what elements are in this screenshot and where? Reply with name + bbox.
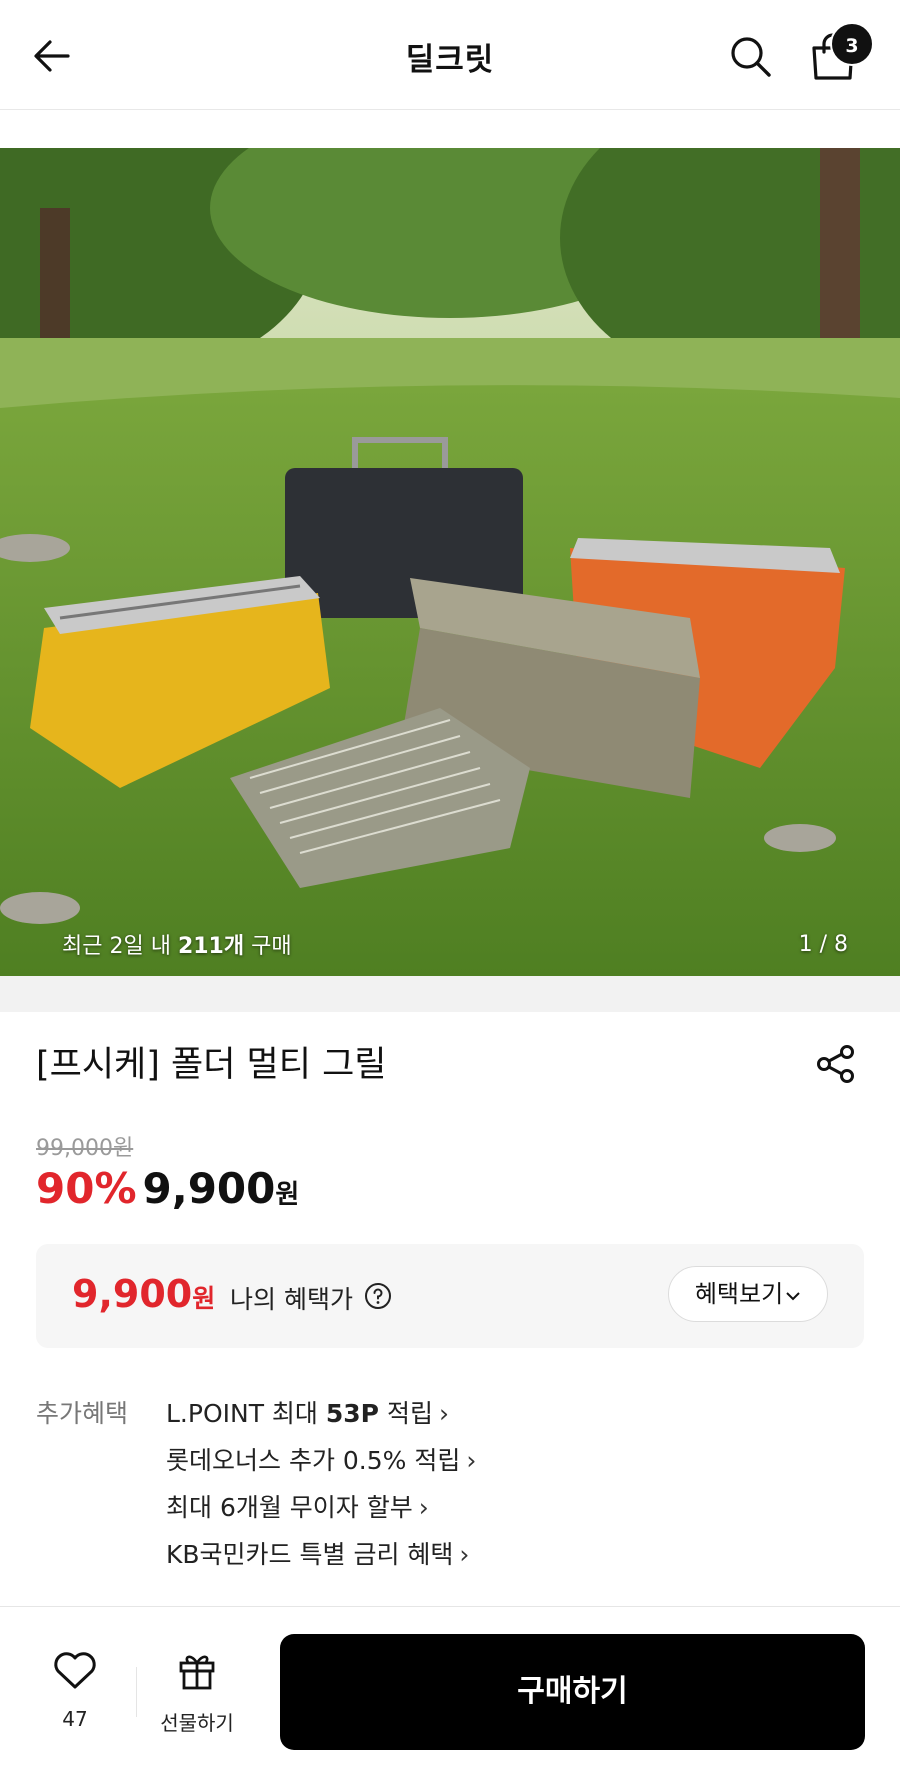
- bottom-separator: [136, 1667, 137, 1717]
- image-page-indicator: 1 / 8: [798, 932, 848, 957]
- benefit-price-label: 나의 혜택가: [230, 1285, 353, 1314]
- like-count: 47: [62, 1707, 88, 1731]
- search-icon: [731, 37, 771, 77]
- chevron-right-icon: ›: [418, 1493, 429, 1522]
- like-button[interactable]: 47: [40, 1649, 110, 1749]
- benefit-price: 9,900원: [72, 1272, 216, 1316]
- chevron-right-icon: ›: [438, 1399, 449, 1428]
- product-title: [프시케] 폴더 멀티 그릴: [36, 1045, 387, 1085]
- sale-price: 9,900: [142, 1164, 276, 1213]
- chevron-down-icon: [785, 1267, 801, 1321]
- share-icon: [817, 1045, 854, 1083]
- benefit-link-lotte-honors[interactable]: 롯데오너스 추가 0.5% 적립 ›: [166, 1441, 476, 1488]
- my-benefit-box: 9,900원 나의 혜택가 혜택보기: [36, 1244, 864, 1348]
- benefit-link-installment[interactable]: 최대 6개월 무이자 할부 ›: [166, 1488, 476, 1535]
- chevron-right-icon: ›: [466, 1446, 477, 1475]
- additional-benefits-list: L.POINT 최대 53P 적립 › 롯데오너스 추가 0.5% 적립 › 최대 …: [166, 1394, 476, 1582]
- buy-button[interactable]: 구매하기: [280, 1634, 865, 1750]
- gift-button[interactable]: 선물하기: [150, 1649, 244, 1749]
- share-button[interactable]: [812, 1040, 860, 1088]
- top-header: 딜크릿 3: [0, 0, 900, 110]
- gift-icon: [179, 1655, 215, 1690]
- benefit-link-kb-card[interactable]: KB국민카드 특별 금리 혜택 ›: [166, 1535, 476, 1582]
- heart-icon: [54, 1652, 96, 1689]
- gift-label: 선물하기: [160, 1711, 234, 1735]
- additional-benefits-label: 추가혜택: [36, 1399, 129, 1428]
- chevron-right-icon: ›: [459, 1540, 470, 1569]
- sale-price-currency: 원: [275, 1180, 300, 1210]
- header-spacer: [0, 110, 900, 148]
- view-benefits-button[interactable]: 혜택보기: [668, 1266, 828, 1322]
- discount-rate: 90%: [36, 1164, 137, 1213]
- original-price: 99,000원: [36, 1136, 134, 1161]
- benefit-help-button[interactable]: [364, 1282, 392, 1310]
- question-circle-icon: [365, 1283, 391, 1309]
- cart-count-badge: 3: [830, 22, 874, 66]
- search-button[interactable]: [726, 32, 776, 82]
- product-photo: [0, 148, 900, 976]
- product-image-carousel[interactable]: 최근 2일 내 211개 구매 1 / 8: [0, 148, 900, 976]
- benefit-link-lpoint[interactable]: L.POINT 최대 53P 적립 ›: [166, 1394, 476, 1441]
- price-row: 90% 9,900원: [36, 1164, 299, 1214]
- bottom-action-bar: 47 선물하기 구매하기: [0, 1607, 900, 1776]
- recent-purchase-count: 최근 2일 내 211개 구매: [62, 934, 292, 959]
- hero-bottom-band: [0, 976, 900, 1012]
